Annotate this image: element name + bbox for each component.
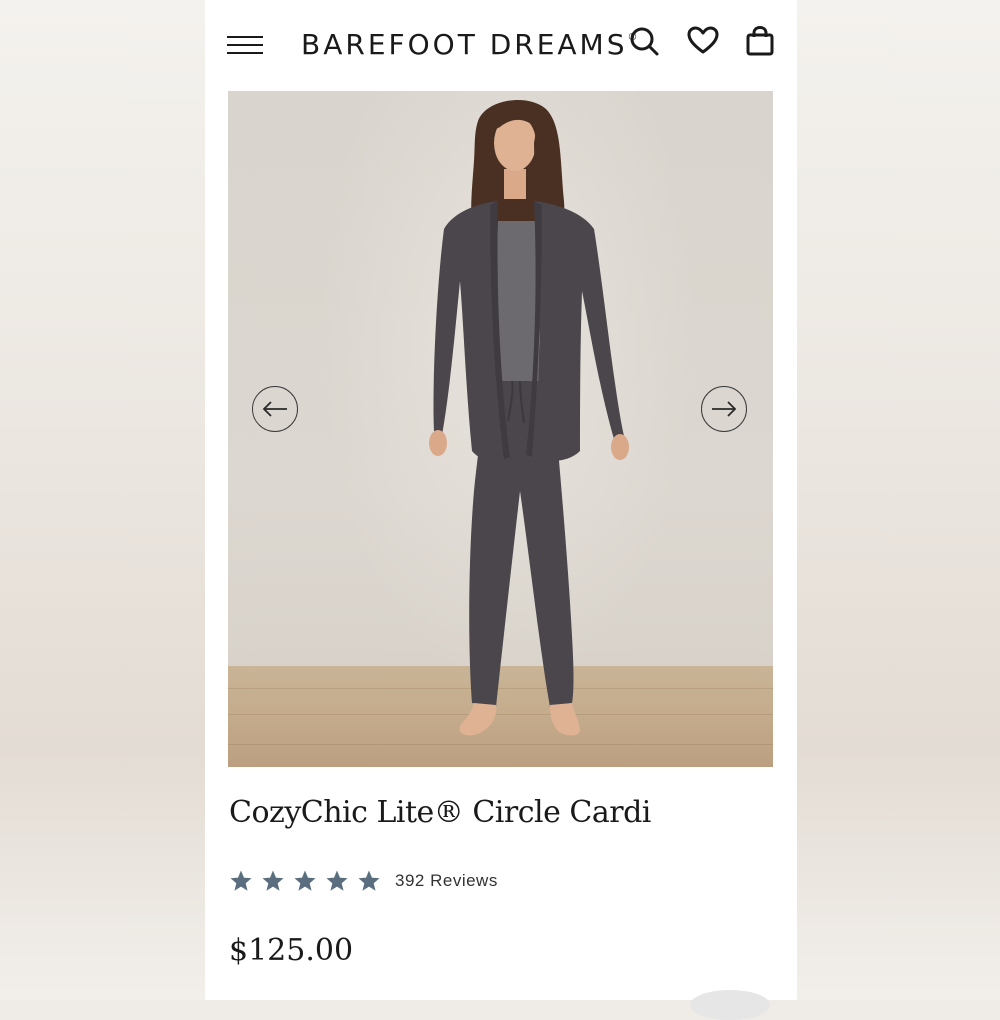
heart-icon[interactable] bbox=[686, 24, 720, 58]
scroll-indicator bbox=[690, 990, 770, 1020]
search-icon[interactable] bbox=[627, 24, 661, 58]
star-icon bbox=[357, 869, 381, 893]
rating-stars bbox=[229, 869, 389, 893]
arrow-right-icon bbox=[712, 401, 737, 417]
shopping-bag-icon[interactable] bbox=[743, 24, 777, 58]
product-rating[interactable]: 392 Reviews bbox=[229, 866, 498, 896]
product-image-carousel[interactable] bbox=[228, 91, 773, 767]
product-page: BAREFOOT DREAMS® CozyChic Lite® Circle C… bbox=[205, 0, 797, 1000]
carousel-prev-button[interactable] bbox=[252, 386, 298, 432]
reviews-link[interactable]: 392 Reviews bbox=[395, 871, 498, 891]
star-icon bbox=[261, 869, 285, 893]
menu-icon[interactable] bbox=[227, 34, 265, 58]
carousel-next-button[interactable] bbox=[701, 386, 747, 432]
product-price: $125.00 bbox=[229, 933, 354, 968]
star-icon bbox=[325, 869, 349, 893]
star-icon bbox=[229, 869, 253, 893]
arrow-left-icon bbox=[262, 401, 287, 417]
brand-logo-text: BAREFOOT DREAMS bbox=[301, 28, 628, 61]
brand-logo[interactable]: BAREFOOT DREAMS® bbox=[301, 28, 638, 64]
product-photo-model bbox=[429, 99, 629, 736]
site-header: BAREFOOT DREAMS® bbox=[205, 0, 797, 90]
background-left bbox=[0, 0, 205, 1000]
product-title: CozyChic Lite® Circle Cardi bbox=[229, 795, 651, 830]
star-icon bbox=[293, 869, 317, 893]
background-right bbox=[797, 0, 1000, 1000]
